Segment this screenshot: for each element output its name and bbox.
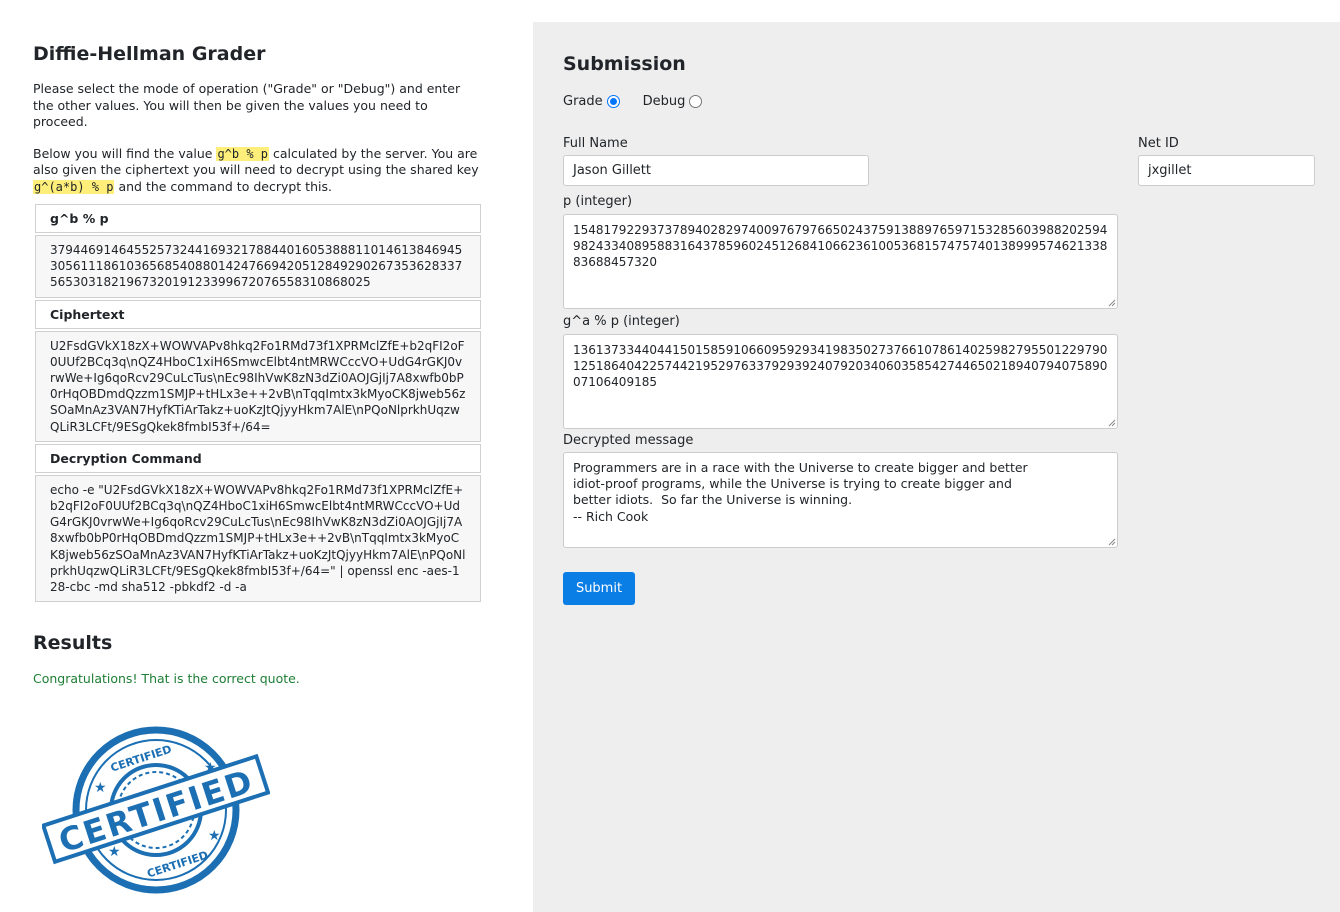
ciphertext-section: Ciphertext U2FsdGVkX18zX+WOWVAPv8hkq2Fo1…	[33, 299, 483, 442]
ga-input[interactable]: 1361373344044150158591066095929341983502…	[563, 334, 1118, 429]
ciphertext-header: Ciphertext	[35, 299, 481, 329]
p-value: 1548179229373789402829740097679766502437…	[573, 223, 1108, 270]
resize-grip-icon[interactable]	[1107, 298, 1116, 307]
page-title: Diffie-Hellman Grader	[33, 43, 266, 65]
gbp-section: g^b % p 37944691464552573244169321788440…	[33, 204, 483, 298]
full-name-field[interactable]: Jason Gillett	[563, 155, 869, 186]
resize-grip-icon[interactable]	[1107, 537, 1116, 546]
intro-text-keys: Below you will find the value g^b % p ca…	[33, 146, 483, 196]
star-icon: ★	[204, 760, 217, 776]
command-section: Decryption Command echo -e "U2FsdGVkX18z…	[33, 443, 483, 603]
intro-text-part: Below you will find the value	[33, 145, 217, 161]
star-icon: ★	[108, 844, 121, 860]
decrypted-message-input[interactable]: Programmers are in a race with the Unive…	[563, 452, 1118, 548]
intro-text-part: and the command to decrypt this.	[114, 178, 332, 194]
results-title: Results	[33, 632, 113, 654]
mode-debug-label[interactable]: Debug	[643, 94, 686, 109]
certified-stamp-icon: CERTIFIED CERTIFIED CERTIFIED ★ ★ ★ ★	[42, 726, 270, 894]
resize-grip-icon[interactable]	[1107, 418, 1116, 427]
decrypted-message-value: Programmers are in a race with the Unive…	[573, 460, 1028, 524]
gbp-header: g^b % p	[35, 204, 481, 233]
ga-label: g^a % p (integer)	[563, 314, 680, 329]
mode-selector: Grade Debug	[563, 94, 703, 109]
code-shared-key: g^(a*b) % p	[33, 179, 115, 194]
success-message: Congratulations! That is the correct quo…	[33, 671, 300, 686]
star-icon: ★	[94, 780, 107, 796]
submit-button[interactable]: Submit	[563, 572, 635, 605]
mode-grade-label[interactable]: Grade	[563, 94, 603, 109]
msg-label: Decrypted message	[563, 433, 694, 448]
mode-debug-radio[interactable]	[689, 95, 703, 108]
code-gbp: g^b % p	[216, 146, 270, 161]
gbp-value[interactable]: 3794469146455257324416932178844016053888…	[35, 235, 481, 298]
net-id-field[interactable]: jxgillet	[1138, 155, 1315, 186]
full-name-label: Full Name	[563, 136, 628, 151]
grader-panel: Diffie-Hellman Grader Please select the …	[33, 40, 483, 603]
submission-title: Submission	[563, 53, 686, 75]
mode-grade-radio[interactable]	[606, 95, 620, 108]
ciphertext-value[interactable]: U2FsdGVkX18zX+WOWVAPv8hkq2Fo1RMd73f1XPRM…	[35, 330, 481, 442]
command-header: Decryption Command	[35, 443, 481, 473]
net-id-label: Net ID	[1138, 136, 1179, 151]
submission-panel: Submission Grade Debug Full Name Jason G…	[533, 22, 1340, 912]
p-input[interactable]: 1548179229373789402829740097679766502437…	[563, 214, 1118, 309]
command-value[interactable]: echo -e "U2FsdGVkX18zX+WOWVAPv8hkq2Fo1RM…	[35, 474, 481, 603]
intro-text: Please select the mode of operation ("Gr…	[33, 81, 461, 129]
ga-value: 1361373344044150158591066095929341983502…	[573, 343, 1108, 390]
star-icon: ★	[208, 828, 221, 844]
p-label: p (integer)	[563, 194, 633, 209]
stamp-small-text-top: CERTIFIED	[109, 743, 173, 775]
